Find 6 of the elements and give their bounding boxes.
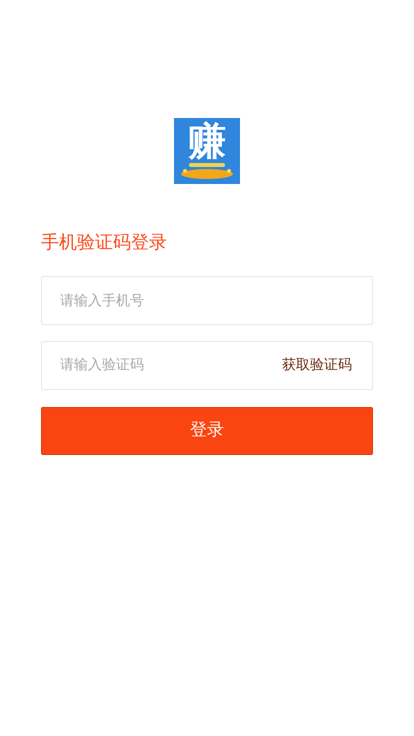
page-title: 手机验证码登录 (41, 231, 167, 255)
login-button[interactable]: 登录 (41, 407, 373, 455)
phone-field[interactable]: 请输入手机号 (41, 276, 373, 325)
logo-text: 赚 (188, 119, 226, 163)
get-code-button[interactable]: 获取验证码 (282, 355, 352, 376)
code-field[interactable]: 请输入验证码 获取验证码 (41, 341, 373, 390)
